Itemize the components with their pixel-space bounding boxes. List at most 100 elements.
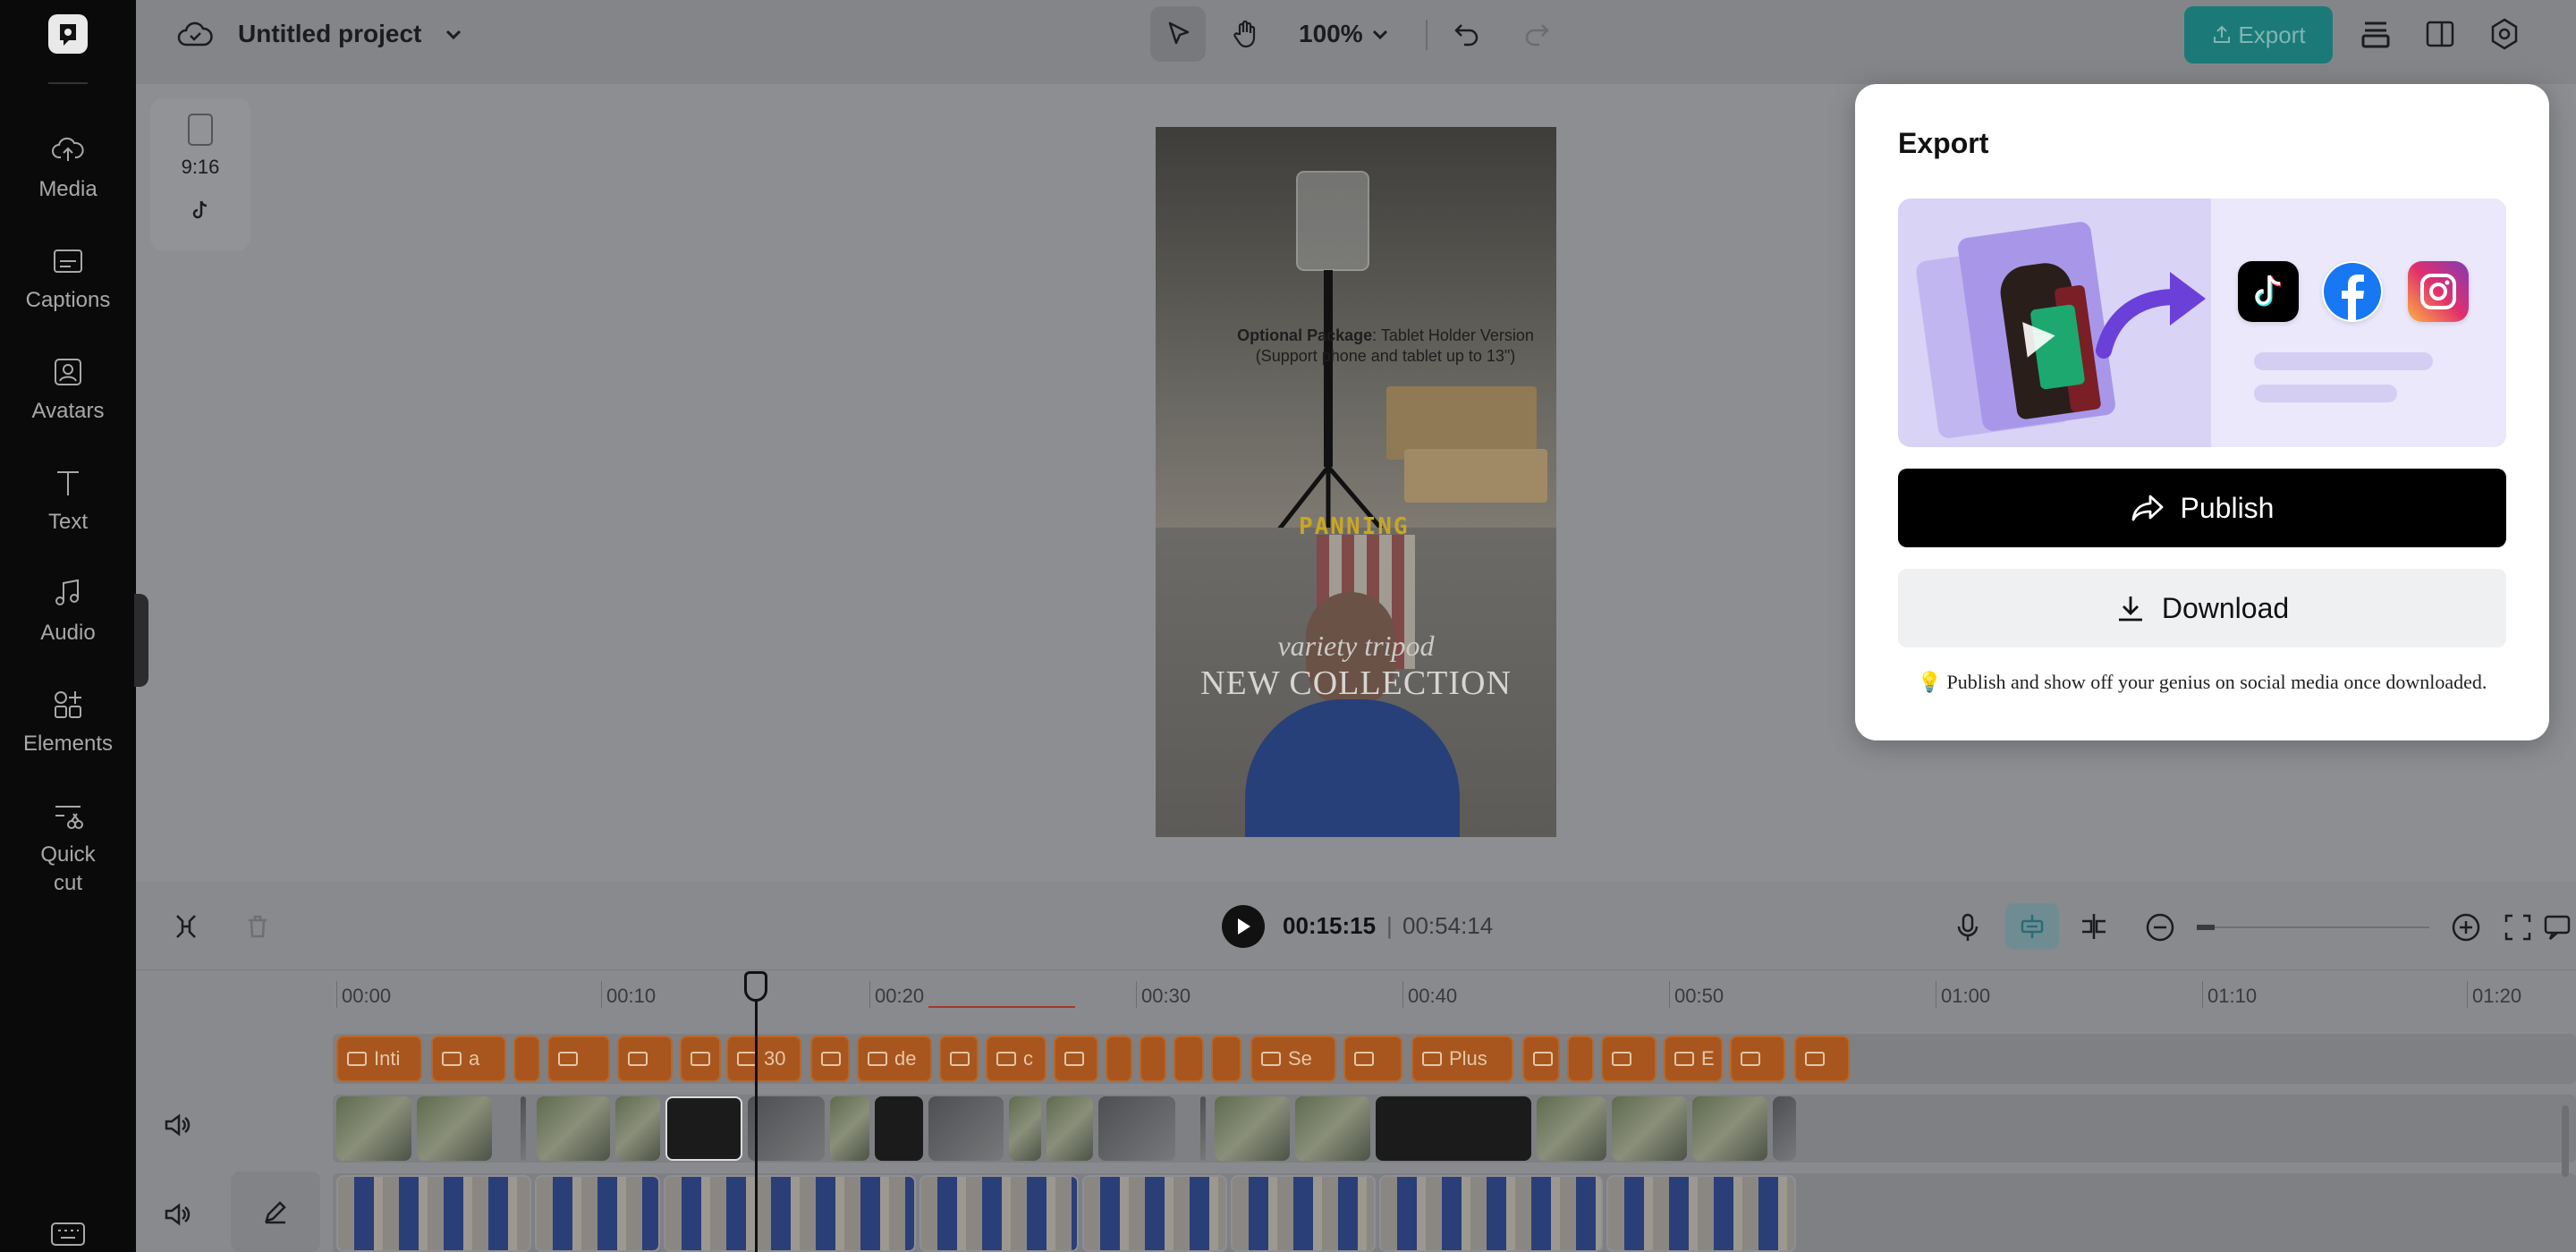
caption-chip[interactable]	[1211, 1036, 1241, 1082]
layers-icon[interactable]	[2358, 16, 2394, 52]
nav-item-audio[interactable]: Audio	[0, 576, 136, 647]
keyboard-icon[interactable]	[50, 1220, 86, 1247]
export-button[interactable]: Export	[2184, 6, 2333, 63]
video-clip[interactable]	[1773, 1096, 1796, 1161]
caption-chip[interactable]: a	[431, 1036, 506, 1082]
speaker-icon[interactable]	[163, 1200, 191, 1229]
video-clip[interactable]	[1215, 1096, 1290, 1161]
nav-item-elements[interactable]: Elements	[0, 687, 136, 758]
chevron-down-icon[interactable]	[442, 23, 465, 47]
aspect-ratio-card[interactable]: 9:16	[150, 98, 250, 250]
main-clip[interactable]	[1082, 1175, 1227, 1252]
caption-chip[interactable]: Plus	[1411, 1036, 1513, 1082]
caption-chip[interactable]	[1730, 1036, 1785, 1082]
video-clip[interactable]	[1295, 1096, 1370, 1161]
trash-icon[interactable]	[243, 912, 272, 941]
video-clip[interactable]	[417, 1096, 492, 1161]
main-clip[interactable]	[336, 1175, 531, 1252]
publish-button[interactable]: Publish	[1898, 469, 2506, 547]
caption-chip[interactable]: E	[1664, 1036, 1723, 1082]
time-ruler[interactable]: 00:00 00:10 00:20 00:30 00:40 00:50 01:0…	[136, 969, 2576, 1009]
project-title[interactable]: Untitled project	[238, 20, 421, 48]
caption-chip[interactable]: Inti	[336, 1036, 422, 1082]
caption-chip[interactable]: de	[857, 1036, 932, 1082]
video-clip-selected[interactable]	[665, 1096, 742, 1161]
video-clip[interactable]	[1612, 1096, 1687, 1161]
main-clip[interactable]	[535, 1175, 660, 1252]
download-button[interactable]: Download	[1898, 569, 2506, 647]
main-clip[interactable]	[919, 1175, 1079, 1252]
caption-chip[interactable]	[810, 1036, 850, 1082]
snap-toggle-button[interactable]	[2005, 903, 2059, 950]
video-clip[interactable]	[336, 1096, 411, 1161]
chevron-down-icon[interactable]	[1368, 23, 1392, 47]
video-clip[interactable]	[1376, 1096, 1531, 1161]
caption-chip[interactable]	[617, 1036, 673, 1082]
speaker-icon[interactable]	[163, 1111, 191, 1139]
video-clip[interactable]	[1692, 1096, 1767, 1161]
main-clip[interactable]	[1379, 1175, 1603, 1252]
video-clip[interactable]	[1537, 1096, 1606, 1161]
video-clip[interactable]	[1200, 1096, 1206, 1161]
video-clip[interactable]	[830, 1096, 869, 1161]
caption-chip[interactable]	[680, 1036, 721, 1082]
nav-item-media[interactable]: Media	[0, 132, 136, 204]
redo-icon[interactable]	[1521, 18, 1553, 50]
select-tool-button[interactable]	[1150, 6, 1206, 62]
video-preview[interactable]: Optional Package: Tablet Holder Version …	[1156, 127, 1556, 837]
main-clip[interactable]	[1231, 1175, 1376, 1252]
main-clip[interactable]	[1606, 1175, 1796, 1252]
video-clip[interactable]	[521, 1096, 526, 1161]
broll-video-track[interactable]	[333, 1095, 2576, 1163]
caption-chip[interactable]	[1174, 1036, 1204, 1082]
caption-chip[interactable]	[547, 1036, 610, 1082]
cloud-save-icon[interactable]	[177, 20, 213, 50]
video-clip[interactable]	[1009, 1096, 1041, 1161]
nav-item-text[interactable]: Text	[0, 465, 136, 537]
sidebar-collapse-handle[interactable]	[134, 594, 148, 687]
caption-chip[interactable]	[1054, 1036, 1098, 1082]
undo-icon[interactable]	[1451, 18, 1483, 50]
nav-item-avatars[interactable]: Avatars	[0, 354, 136, 426]
nav-item-captions[interactable]: Captions	[0, 243, 136, 315]
align-icon[interactable]	[2079, 912, 2109, 941]
caption-chip[interactable]	[1140, 1036, 1166, 1082]
split-icon[interactable]	[172, 912, 200, 941]
microphone-icon[interactable]	[1953, 912, 1982, 943]
video-clip[interactable]	[875, 1096, 923, 1161]
hand-tool-button[interactable]	[1218, 6, 1274, 62]
gear-icon[interactable]	[2487, 16, 2522, 52]
video-clip[interactable]	[537, 1096, 610, 1161]
zoom-in-icon[interactable]	[2451, 912, 2481, 943]
main-clip[interactable]	[664, 1175, 916, 1252]
panel-layout-icon[interactable]	[2424, 18, 2456, 50]
playhead[interactable]	[744, 971, 767, 1252]
caption-chip[interactable]	[939, 1036, 979, 1082]
caption-chip[interactable]	[1106, 1036, 1132, 1082]
video-clip[interactable]	[1098, 1096, 1175, 1161]
zoom-level[interactable]: 100%	[1299, 20, 1363, 48]
caption-chip[interactable]	[1343, 1036, 1402, 1082]
comment-icon[interactable]	[2542, 912, 2572, 943]
caption-chip[interactable]	[1601, 1036, 1657, 1082]
edit-track-button[interactable]	[231, 1172, 320, 1252]
app-logo[interactable]	[48, 14, 88, 54]
video-clip[interactable]	[615, 1096, 660, 1161]
caption-chip[interactable]	[1522, 1036, 1560, 1082]
playhead-handle[interactable]	[744, 971, 767, 1002]
zoom-slider-thumb[interactable]	[2197, 925, 2215, 930]
timeline-scrollbar[interactable]	[2562, 1105, 2569, 1177]
zoom-slider-track[interactable]	[2197, 926, 2429, 928]
play-button[interactable]	[1222, 905, 1265, 948]
caption-chip[interactable]	[1567, 1036, 1594, 1082]
video-clip[interactable]	[928, 1096, 1004, 1161]
fullscreen-icon[interactable]	[2503, 912, 2533, 943]
main-video-track[interactable]	[333, 1173, 2576, 1252]
nav-item-quick-cut[interactable]: Quick cut	[0, 798, 136, 898]
zoom-out-icon[interactable]	[2145, 912, 2175, 943]
video-clip[interactable]	[1046, 1096, 1093, 1161]
caption-chip[interactable]	[1794, 1036, 1850, 1082]
caption-chip[interactable]	[513, 1036, 540, 1082]
caption-chip[interactable]: Se	[1250, 1036, 1336, 1082]
caption-chip[interactable]: c	[986, 1036, 1046, 1082]
